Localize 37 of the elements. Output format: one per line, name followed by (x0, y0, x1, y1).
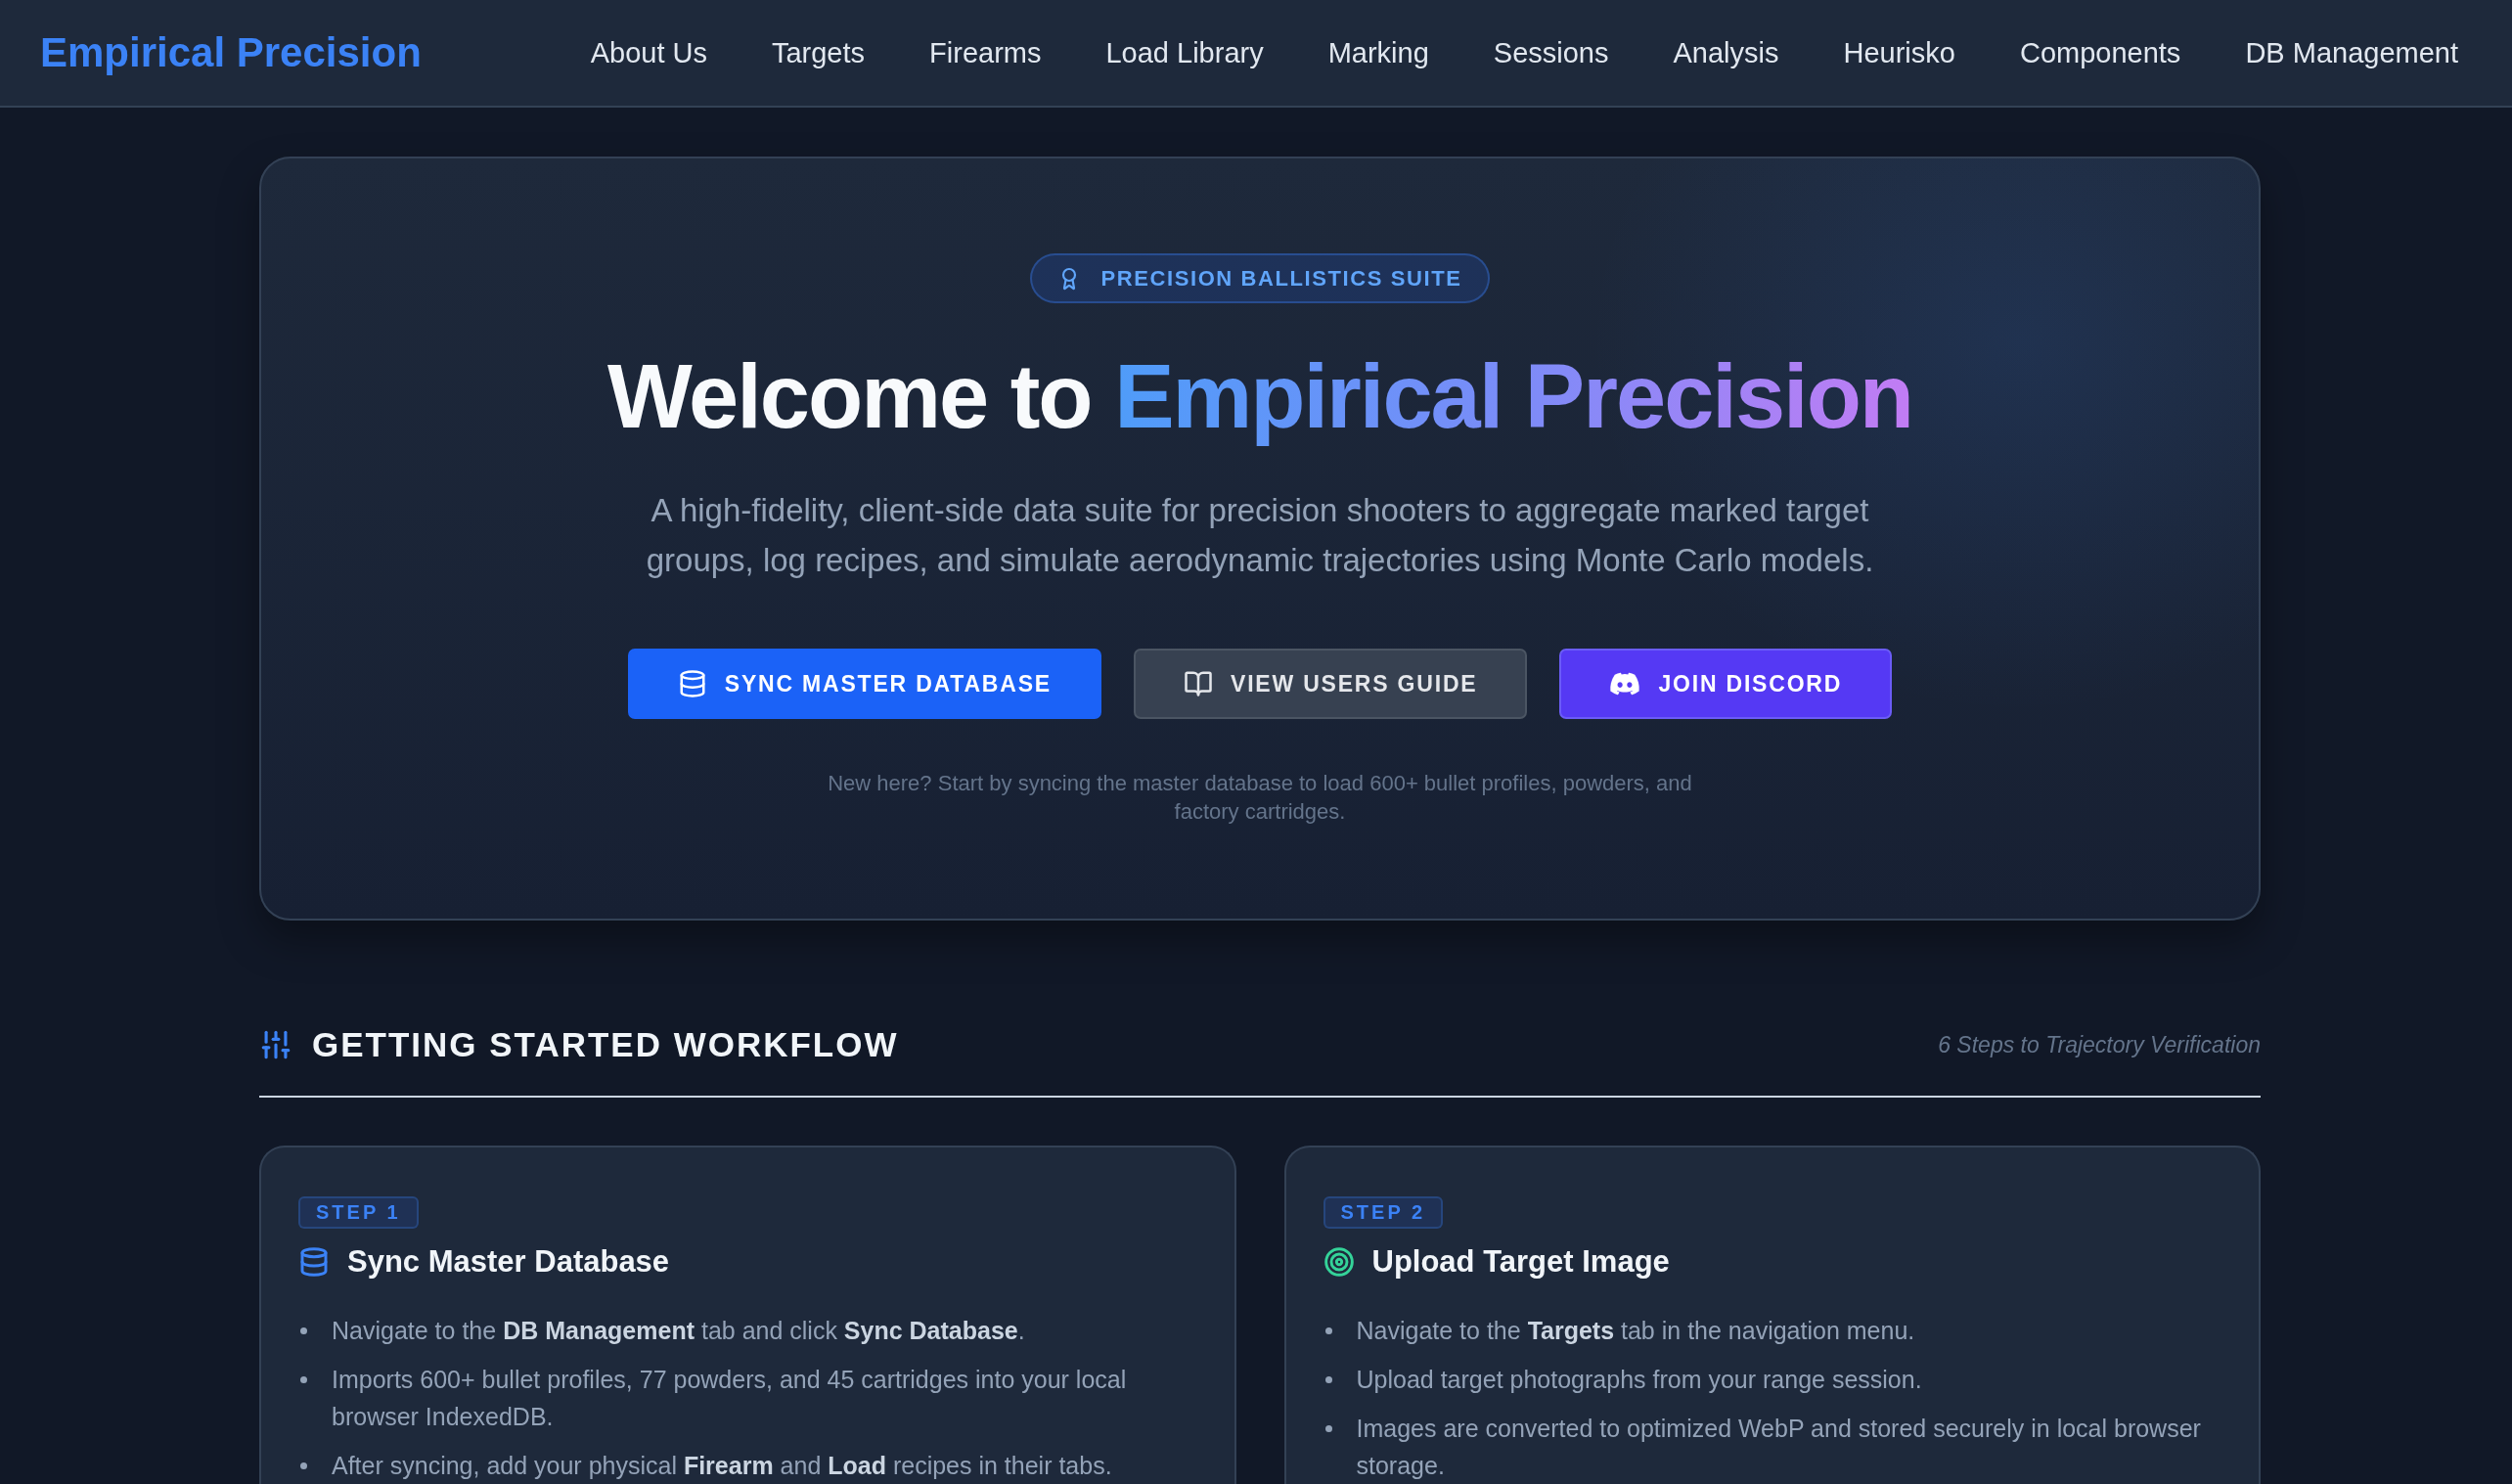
bullet-icon (300, 1376, 307, 1383)
hero-note: New here? Start by syncing the master database to load 600+ bullet profiles, powders, and factory cartridges. (827, 770, 1693, 826)
nav-link[interactable]: Marking (1327, 36, 1429, 69)
workflow-title: GETTING STARTED WORKFLOW (312, 1024, 899, 1065)
nav-link[interactable]: Firearms (929, 36, 1042, 69)
hero-subtitle: A high-fidelity, client-side data suite for precision shooters to aggregate marked target groups, log recipes, and simulate aerodynamic trajectories using Monte Carlo models. (645, 491, 1875, 580)
book-icon (1184, 669, 1213, 698)
nav-link[interactable]: Load Library (1105, 36, 1264, 69)
guide-button[interactable]: VIEW USERS GUIDE (1134, 649, 1528, 719)
nav-link[interactable]: Targets (771, 36, 866, 69)
bullet-icon (300, 1462, 307, 1469)
bullet-text: Navigate to the Targets tab in the navigation menu. (1356, 1316, 1915, 1346)
nav-link[interactable]: Analysis (1673, 36, 1779, 69)
bullet-icon (1324, 1425, 1332, 1432)
step-badge: STEP 2 (1323, 1196, 1444, 1229)
sliders-icon (259, 1028, 292, 1061)
bullet-icon (1324, 1327, 1332, 1334)
brand-link[interactable]: Empirical Precision (40, 29, 422, 76)
bullet-text: Navigate to the DB Management tab and click Sync Database. (332, 1316, 1025, 1346)
badge-text: PRECISION BALLISTICS SUITE (1100, 265, 1462, 292)
step-badge: STEP 1 (298, 1196, 419, 1229)
bullet-icon (300, 1327, 307, 1334)
bullet-text: Images are converted to optimized WebP and stored securely in local browser storage. (1356, 1414, 2202, 1481)
nav-link[interactable]: DB Management (2245, 36, 2458, 69)
sync-button[interactable]: SYNC MASTER DATABASE (627, 649, 1101, 719)
bullet-text: Upload target photographs from your range session. (1356, 1365, 1922, 1395)
nav-link[interactable]: About Us (590, 36, 707, 69)
workflow-subtitle: 6 Steps to Trajectory Verification (1938, 1031, 2261, 1058)
step-title: Upload Target Image (1371, 1243, 1670, 1281)
bullet-text: After syncing, add your physical Firearm and Load recipes in their tabs. (332, 1451, 1112, 1481)
step-title: Sync Master Database (347, 1243, 670, 1281)
nav-link[interactable]: Sessions (1493, 36, 1609, 69)
bullet-text: Imports 600+ bullet profiles, 77 powders, and 45 cartridges into your local browser IndexedDB. (332, 1365, 1128, 1432)
bullet-icon (1324, 1376, 1332, 1383)
nav-link[interactable]: Heurisko (1843, 36, 1955, 69)
nav-link[interactable]: Components (2019, 36, 2181, 69)
discord-button[interactable]: JOIN DISCORD (1559, 649, 1893, 719)
